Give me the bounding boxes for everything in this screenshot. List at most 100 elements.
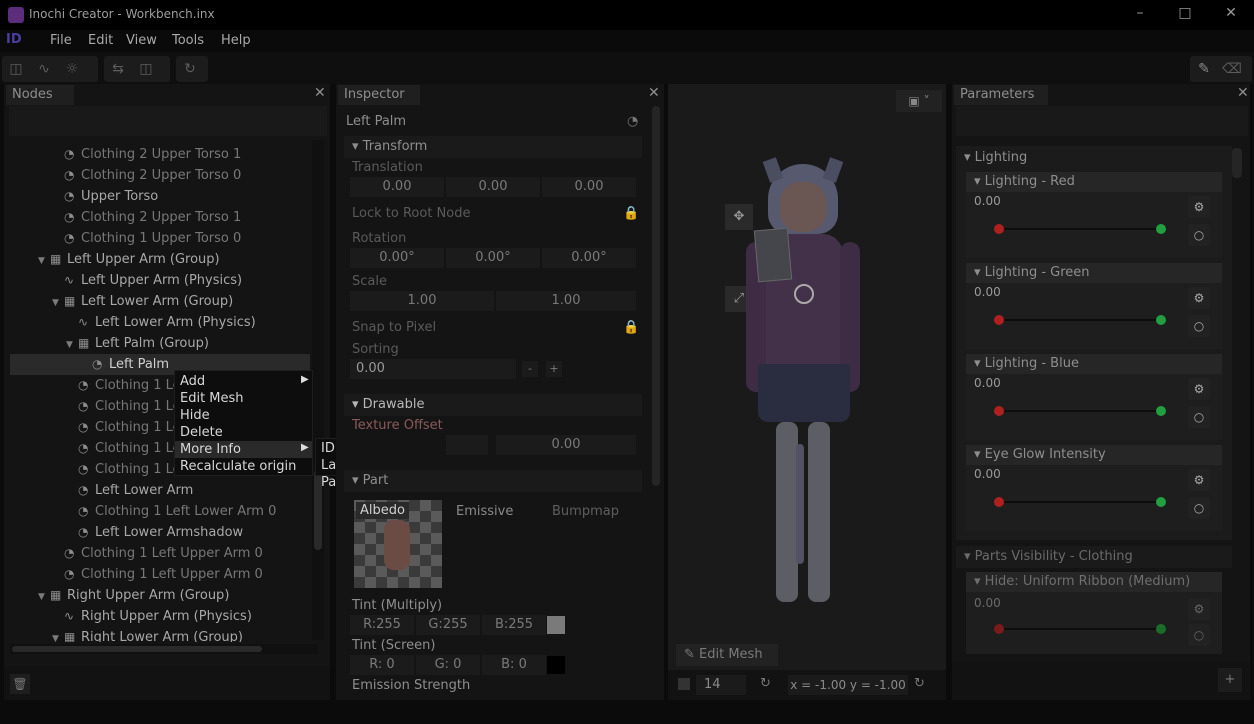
gear-icon[interactable]: ⚙ [1188, 196, 1210, 218]
lighting-group-header[interactable]: ▾ Lighting [964, 150, 1027, 165]
origin-marker[interactable] [794, 284, 814, 304]
texture-offset-x[interactable] [446, 435, 488, 455]
tab-inspector[interactable]: Inspector [338, 85, 420, 105]
tint-mul-g[interactable]: G:255 [416, 615, 480, 635]
caret-down-icon[interactable]: ▼ [52, 629, 64, 642]
tint-multiply-swatch[interactable] [547, 616, 565, 634]
add-parameter-icon[interactable]: + [1218, 668, 1242, 692]
tree-node[interactable]: ◔ Left Lower Arm [10, 480, 310, 501]
tree-hscroll-thumb[interactable] [12, 646, 262, 652]
rotation-y[interactable]: 0.00° [446, 248, 540, 268]
drawable-header[interactable]: ▾ Drawable [344, 394, 642, 416]
menu-file[interactable]: File [50, 33, 72, 48]
tree-node[interactable]: ▼ ▦ Left Upper Arm (Group) [10, 249, 310, 270]
tree-node[interactable]: ◔ Clothing 1 Left Lower Arm 0 [10, 501, 310, 522]
palette-icon[interactable]: ◔ [627, 114, 638, 129]
param-slider-track[interactable] [996, 228, 1162, 230]
menu-delete[interactable]: Delete [175, 424, 312, 441]
param-slider-track[interactable] [996, 319, 1162, 321]
pencil-icon[interactable]: ✎ [1190, 56, 1218, 82]
tree-node[interactable]: ∿ Left Upper Arm (Physics) [10, 270, 310, 291]
gear-icon[interactable]: ⚙ [1188, 598, 1210, 620]
parameters-scrollbar[interactable] [1232, 148, 1242, 178]
part-header[interactable]: ▾ Part [344, 470, 642, 492]
tree-node[interactable]: ▼ ▦ Left Palm (Group) [10, 333, 310, 354]
tree-node[interactable]: ▼ ▦ Left Lower Arm (Group) [10, 291, 310, 312]
scale-y[interactable]: 1.00 [496, 291, 636, 311]
translation-x[interactable]: 0.00 [350, 177, 444, 197]
camera-icon[interactable]: ▣ ˅ [896, 90, 942, 112]
tree-node[interactable]: ▼ ▦ Right Lower Arm (Group) [10, 627, 310, 642]
menu-view[interactable]: View [126, 33, 157, 48]
tree-scrollbar[interactable] [312, 140, 324, 640]
circle-icon[interactable]: ○ [1188, 624, 1210, 646]
menu-more-info[interactable]: More Info [175, 441, 312, 458]
tree-node[interactable]: ∿ Left Lower Arm (Physics) [10, 312, 310, 333]
caret-down-icon[interactable]: ▼ [52, 293, 64, 314]
tree-node[interactable]: ◔ Clothing 2 Upper Torso 1 [10, 144, 310, 165]
minimize-icon[interactable]: – [1125, 5, 1155, 25]
bumpmap-tab[interactable]: Bumpmap [552, 504, 619, 519]
tree-node[interactable]: ▼ ▦ Right Upper Arm (Group) [10, 585, 310, 606]
eraser-icon[interactable]: ⌫ [1218, 56, 1246, 82]
sorting-plus-button[interactable]: + [546, 361, 562, 377]
viewport[interactable]: ▣ ˅ ✥ ⤢ ✎ Edit Mesh [668, 84, 946, 700]
zoom-input[interactable]: 14 [696, 675, 746, 695]
param-header[interactable]: ▾ Eye Glow Intensity [966, 445, 1222, 465]
tint-screen-swatch[interactable] [547, 656, 565, 674]
param-slider-max-knob[interactable] [1156, 497, 1166, 507]
translation-y[interactable]: 0.00 [446, 177, 540, 197]
albedo-tab[interactable]: Albedo [356, 502, 409, 519]
lock-icon[interactable]: 🔒 [623, 320, 639, 335]
reset-zoom-icon[interactable]: ↻ [760, 676, 771, 691]
close-icon[interactable]: ✕ [1237, 85, 1249, 101]
tree-node[interactable]: ∿ Right Upper Arm (Physics) [10, 606, 310, 627]
param-slider-min-knob[interactable] [994, 624, 1004, 634]
param-slider-max-knob[interactable] [1156, 315, 1166, 325]
maximize-icon[interactable]: □ [1170, 5, 1200, 25]
close-icon[interactable]: ✕ [314, 85, 326, 101]
rotation-x[interactable]: 0.00° [350, 248, 444, 268]
parameters-filter[interactable] [956, 106, 1248, 136]
menu-add[interactable]: Add [175, 373, 312, 390]
panel-icon[interactable]: ◫ [2, 56, 30, 82]
rotation-z[interactable]: 0.00° [542, 248, 636, 268]
tab-parameters[interactable]: Parameters [954, 85, 1048, 105]
param-slider-max-knob[interactable] [1156, 224, 1166, 234]
circle-icon[interactable]: ○ [1188, 406, 1210, 428]
caret-down-icon[interactable]: ▼ [38, 587, 50, 608]
tree-node[interactable]: ◔ Clothing 1 Left Upper Arm 0 [10, 543, 310, 564]
gear-icon[interactable]: ⚙ [1188, 469, 1210, 491]
parts-visibility-header[interactable]: ▾ Parts Visibility - Clothing [956, 546, 1232, 568]
zoom-checkbox[interactable] [678, 678, 690, 690]
nodes-filter[interactable] [9, 106, 327, 136]
mirror-icon[interactable]: ⇆ [104, 56, 132, 82]
tint-mul-r[interactable]: R:255 [350, 615, 414, 635]
tree-node[interactable]: ◔ Upper Torso [10, 186, 310, 207]
tint-screen-g[interactable]: G: 0 [416, 655, 480, 675]
lock-icon[interactable]: 🔒 [623, 206, 639, 221]
move-icon[interactable]: ✥ [725, 204, 753, 230]
tab-nodes[interactable]: Nodes [6, 85, 74, 105]
translation-z[interactable]: 0.00 [542, 177, 636, 197]
tint-mul-b[interactable]: B:255 [482, 615, 546, 635]
tree-node[interactable]: ◔ Clothing 2 Upper Torso 1 [10, 207, 310, 228]
caret-down-icon[interactable]: ▼ [38, 251, 50, 272]
param-header[interactable]: ▾ Lighting - Green [966, 263, 1222, 283]
param-slider-min-knob[interactable] [994, 497, 1004, 507]
param-slider-min-knob[interactable] [994, 406, 1004, 416]
param-slider-track[interactable] [996, 410, 1162, 412]
texture-offset-y[interactable]: 0.00 [496, 435, 636, 455]
gear-icon[interactable]: ⚙ [1188, 378, 1210, 400]
menu-edit-mesh[interactable]: Edit Mesh [175, 390, 312, 407]
menu-tools[interactable]: Tools [172, 33, 204, 48]
gear-icon[interactable]: ⚙ [1188, 287, 1210, 309]
menu-help[interactable]: Help [221, 33, 251, 48]
param-slider-track[interactable] [996, 501, 1162, 503]
tree-node[interactable]: ◔ Clothing 2 Upper Torso 0 [10, 165, 310, 186]
param-slider-track[interactable] [996, 628, 1162, 630]
param-header[interactable]: ▾ Lighting - Blue [966, 354, 1222, 374]
close-icon[interactable]: ✕ [1216, 5, 1246, 25]
param-slider-max-knob[interactable] [1156, 406, 1166, 416]
menu-edit[interactable]: Edit [88, 33, 113, 48]
